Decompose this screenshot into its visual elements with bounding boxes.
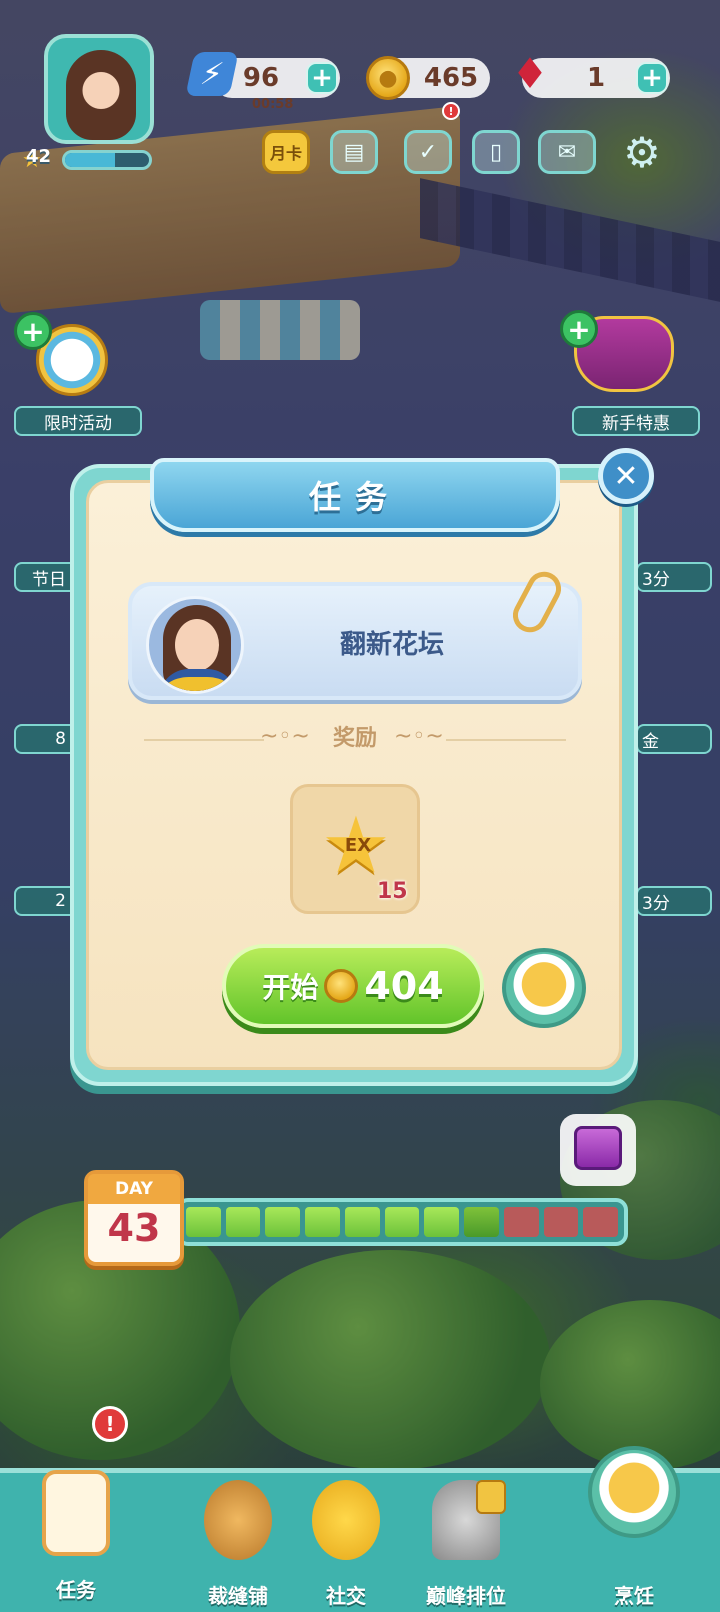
cooking-pot-icon[interactable] (502, 948, 586, 1028)
task-name: 翻新花坛 (339, 630, 444, 660)
add-gems-button[interactable]: + (636, 62, 668, 94)
treasure-chest-icon (574, 1126, 622, 1170)
reward-slot[interactable]: ★ EX 15 (290, 784, 420, 914)
day-progress-segment (344, 1207, 380, 1237)
dialog-title: 任务 (308, 478, 401, 516)
day-progress-segment (543, 1207, 579, 1237)
nav-tailor-label: 裁缝铺 (208, 1584, 268, 1608)
nav-cooking-label: 烹饪 (614, 1584, 654, 1608)
task-dialog-header: 任务 (150, 458, 560, 532)
player-avatar[interactable] (44, 34, 154, 144)
start-label: 开始 (262, 971, 319, 1004)
day-progress-segment (503, 1207, 539, 1237)
nav-tasks-label: 任务 (56, 1578, 96, 1602)
close-button[interactable]: ✕ (598, 448, 654, 504)
right-event-fund[interactable]: 金 (636, 724, 712, 754)
day-progress-segment (305, 1207, 340, 1237)
nav-social-label: 社交 (326, 1584, 366, 1608)
sewing-icon (204, 1480, 272, 1560)
day-progress-segment (384, 1207, 420, 1237)
day-progress-bar (176, 1198, 628, 1246)
day-progress-segment (583, 1207, 619, 1237)
gem-value: 1 (586, 63, 606, 93)
task-character-avatar (146, 596, 244, 694)
divider (446, 739, 566, 741)
right-event-timer-1[interactable]: 3分 (636, 562, 712, 592)
energy-timer: 00:58 (252, 97, 294, 112)
calendar-check-icon[interactable]: ✓ (404, 130, 452, 174)
day-number: 43 (107, 1206, 161, 1250)
day-calendar: DAY 43 (84, 1170, 184, 1266)
book-icon[interactable]: ▯ (472, 130, 520, 174)
limited-event-plus-icon[interactable]: + (14, 312, 52, 350)
coin-icon: ● (366, 56, 410, 100)
gear-icon[interactable]: ⚙ (618, 128, 666, 177)
envelope-icon[interactable]: ✉ (538, 130, 596, 174)
lock-icon (476, 1480, 506, 1514)
chick-icon (312, 1480, 380, 1560)
coin-icon (324, 969, 359, 1003)
xp-progress-fill (65, 153, 116, 167)
nav-social[interactable]: 社交 (286, 1480, 406, 1610)
newbie-offer-label[interactable]: 新手特惠 (572, 406, 700, 436)
nav-alert-badge: ! (92, 1406, 128, 1442)
start-cost: 404 (364, 964, 444, 1008)
add-energy-button[interactable]: + (306, 62, 338, 94)
day-label: DAY (88, 1174, 180, 1204)
day-progress-segment (424, 1207, 460, 1237)
task-card: 翻新花坛 (128, 582, 582, 700)
newbie-offer-plus-icon[interactable]: + (560, 310, 598, 348)
ruby-gem-icon: ♦ (511, 49, 549, 98)
day-progress-segment (464, 1207, 499, 1237)
ex-label: EX (344, 835, 372, 856)
day-progress-segment (186, 1207, 221, 1237)
day-progress-segment (225, 1207, 261, 1237)
divider (144, 739, 264, 741)
coin-value: 465 (423, 63, 479, 93)
coin-alert-badge: ! (442, 102, 460, 120)
monthly-card-button[interactable]: 月卡 (262, 130, 310, 174)
nav-tasks[interactable]: 任务 (16, 1462, 136, 1602)
reward-chest-bubble[interactable] (560, 1114, 636, 1186)
reward-quantity: 15 (377, 879, 408, 904)
player-level: 42 (26, 146, 52, 167)
nav-cooking[interactable]: 烹饪 (574, 1446, 694, 1608)
briefcase-icon[interactable]: ▤ (330, 130, 378, 174)
limited-event-label[interactable]: 限时活动 (14, 406, 142, 436)
cooking-pot-icon (588, 1446, 680, 1538)
clipboard-check-icon (42, 1470, 110, 1556)
nav-tailor[interactable]: 裁缝铺 (178, 1480, 298, 1610)
reward-label: 奖励 (332, 726, 377, 751)
energy-value: 96 (242, 63, 280, 93)
avatar-portrait (66, 50, 136, 140)
day-progress-segment (265, 1207, 301, 1237)
start-task-button[interactable]: 开始 404 (222, 944, 484, 1028)
nav-ranking[interactable]: 巅峰排位 (406, 1480, 526, 1610)
nav-ranking-label: 巅峰排位 (426, 1584, 506, 1608)
xp-progress-bar (62, 150, 152, 170)
right-event-timer-3[interactable]: 3分 (636, 886, 712, 916)
